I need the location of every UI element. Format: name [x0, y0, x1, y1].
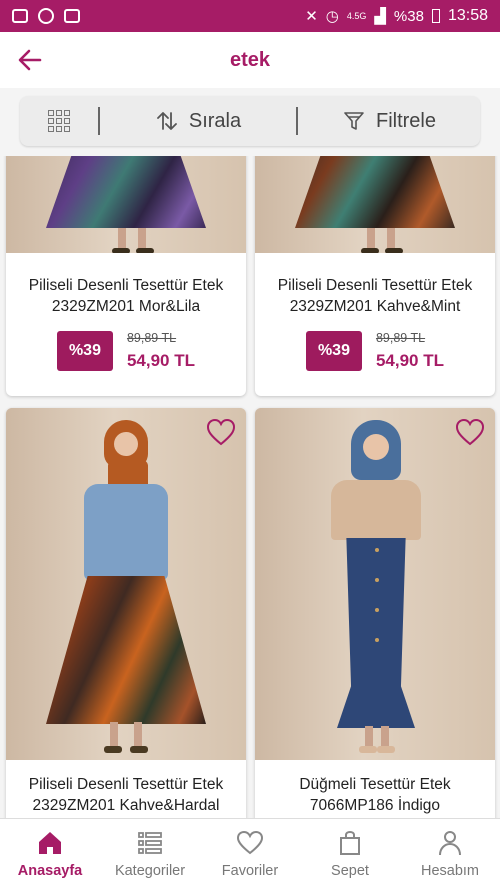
nav-home[interactable]: Anasayfa [0, 819, 100, 889]
product-name[interactable]: Düğmeli Tesettür Etek 7066MP186 İndigo [255, 774, 495, 816]
product-name[interactable]: Piliseli Desenli Tesettür Etek 2329ZM201… [6, 774, 246, 816]
nav-label: Anasayfa [17, 863, 83, 879]
nav-label: Favoriler [221, 863, 279, 879]
nav-account[interactable]: Hesabım [400, 819, 500, 889]
user-icon [439, 831, 461, 856]
grid-view-icon [48, 110, 70, 132]
product-grid: Piliseli Desenli Tesettür Etek 2329ZM201… [0, 156, 500, 818]
product-image[interactable] [6, 156, 246, 253]
clock: 13:58 [447, 7, 488, 24]
old-price: 89,89 TL [126, 331, 177, 345]
sort-label: Sırala [188, 109, 242, 132]
nav-favorites[interactable]: Favoriler [200, 819, 300, 889]
bottom-navigation: Anasayfa Kategoriler Favoriler Sepet Hes… [0, 818, 500, 889]
favorite-heart-icon[interactable] [206, 418, 236, 446]
discount-badge: %39 [305, 331, 362, 371]
price-row: %39 89,89 TL 54,90 TL [255, 331, 495, 371]
product-card[interactable]: Piliseli Desenli Tesettür Etek 2329ZM201… [6, 408, 246, 818]
filter-button[interactable]: Filtrele [298, 109, 480, 133]
heart-icon [236, 830, 264, 855]
product-card[interactable]: Piliseli Desenli Tesettür Etek 2329ZM201… [255, 156, 495, 396]
arrow-left-icon [18, 49, 42, 71]
product-card[interactable]: Düğmeli Tesettür Etek 7066MP186 İndigo [255, 408, 495, 818]
app-notification-icon [38, 8, 54, 24]
mute-icon: ✕ [305, 8, 318, 25]
home-icon [39, 832, 61, 854]
favorite-heart-icon[interactable] [455, 418, 485, 446]
product-name[interactable]: Piliseli Desenli Tesettür Etek 2329ZM201… [255, 275, 495, 317]
list-icon [138, 832, 162, 854]
sort-icon [156, 112, 177, 130]
signal-icon: ▟ [374, 8, 386, 25]
notification-icon [64, 9, 80, 23]
status-bar: ✕ ◷ 4.5G ▟ %38 13:58 [0, 0, 500, 32]
price-row: %39 89,89 TL 54,90 TL [6, 331, 246, 371]
back-button[interactable] [0, 32, 60, 88]
discount-badge: %39 [56, 331, 113, 371]
product-image[interactable] [255, 156, 495, 253]
nav-label: Sepet [331, 863, 369, 879]
battery-icon [431, 9, 440, 23]
view-toggle-button[interactable] [20, 110, 98, 132]
new-price: 54,90 TL [126, 351, 196, 370]
product-card[interactable]: Piliseli Desenli Tesettür Etek 2329ZM201… [6, 156, 246, 396]
gallery-icon [12, 9, 28, 23]
product-image[interactable] [6, 408, 246, 760]
nav-label: Hesabım [420, 863, 480, 879]
new-price: 54,90 TL [375, 351, 445, 370]
nav-label: Kategoriler [114, 863, 186, 879]
alarm-icon: ◷ [325, 8, 339, 25]
filter-icon [344, 112, 364, 130]
filter-label: Filtrele [375, 109, 436, 132]
network-type: 4.5G [346, 11, 367, 21]
nav-cart[interactable]: Sepet [300, 819, 400, 889]
bag-icon [340, 830, 360, 855]
battery-percent: %38 [393, 7, 424, 25]
sort-button[interactable]: Sırala [100, 109, 296, 133]
nav-categories[interactable]: Kategoriler [100, 819, 200, 889]
page-title: etek [229, 48, 271, 71]
app-header: etek [0, 32, 500, 88]
product-image[interactable] [255, 408, 495, 760]
toolbar: Sırala Filtrele [20, 96, 480, 146]
old-price: 89,89 TL [375, 331, 426, 345]
product-name[interactable]: Piliseli Desenli Tesettür Etek 2329ZM201… [6, 275, 246, 317]
